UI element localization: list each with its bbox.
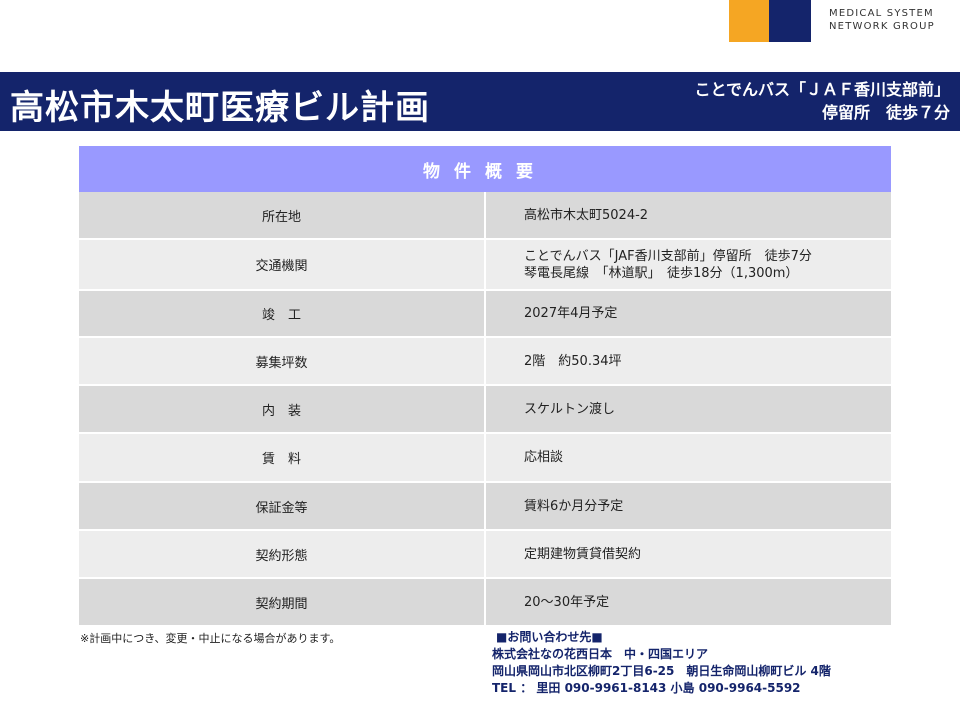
row-value-floor-area: 2階 約50.34坪 (485, 337, 891, 386)
row-label-deposit: 保証金等 (79, 482, 486, 531)
row-label-contract-term: 契約期間 (79, 578, 486, 627)
contact-block: ■お問い合わせ先■ 株式会社なの花西日本 中・四国エリア 岡山県岡山市北区柳町2… (492, 629, 952, 697)
page-title: 高松市木太町医療ビル計画 (10, 88, 430, 128)
value-line: 20～30年予定 (524, 594, 610, 610)
row-value-contract-type: 定期建物賃貸借契約 (485, 530, 891, 579)
table-row: 賃 料 応相談 (79, 433, 891, 483)
table-heading: 物件概要 (79, 146, 891, 192)
row-value-interior: スケルトン渡し (485, 385, 891, 434)
table-row: 内 装 スケルトン渡し (79, 385, 891, 434)
value-line: 2027年4月予定 (524, 306, 618, 321)
table-row: 契約形態 定期建物賃貸借契約 (79, 530, 891, 579)
row-label-rent: 賃 料 (79, 433, 486, 483)
row-label-contract-type: 契約形態 (79, 530, 486, 579)
access-line-2: 停留所 徒歩７分 (821, 103, 950, 122)
row-label-completion: 竣 工 (79, 290, 486, 338)
logo-navy-square (769, 0, 811, 42)
logo-line-1: MEDICAL SYSTEM (829, 8, 934, 19)
row-value-contract-term: 20～30年予定 (485, 578, 891, 627)
row-label-location: 所在地 (79, 192, 486, 240)
row-value-rent: 応相談 (485, 433, 891, 483)
table-row: 所在地 高松市木太町5024-2 (79, 192, 891, 240)
value-line: 高松市木太町5024-2 (524, 207, 649, 223)
contact-tel: TEL ： 里田 090-9961-8143 小島 090-9964-5592 (492, 681, 801, 695)
row-label-interior: 内 装 (79, 385, 486, 434)
row-label-transport: 交通機関 (79, 239, 486, 291)
contact-heading: ■お問い合わせ先■ (496, 630, 603, 644)
logo-line-2: NETWORK GROUP (829, 21, 935, 32)
property-overview-table: 物件概要 所在地 高松市木太町5024-2 交通機関 ことでんバス「JAF香川支… (79, 146, 891, 627)
row-label-floor-area: 募集坪数 (79, 337, 486, 386)
table-row: 募集坪数 2階 約50.34坪 (79, 337, 891, 386)
value-line: 定期建物賃貸借契約 (524, 546, 642, 562)
company-logo (729, 0, 811, 42)
value-line: 賃料6か月分予定 (524, 498, 624, 514)
row-value-location: 高松市木太町5024-2 (485, 192, 891, 240)
logo-text: MEDICAL SYSTEM NETWORK GROUP (829, 7, 954, 33)
value-line: 応相談 (524, 450, 564, 465)
table-row: 竣 工 2027年4月予定 (79, 290, 891, 338)
logo-orange-square (729, 0, 769, 42)
value-line: 2階 約50.34坪 (524, 353, 622, 369)
contact-company: 株式会社なの花西日本 中・四国エリア (492, 647, 709, 661)
access-info: ことでんバス「ＪＡＦ香川支部前」 停留所 徒歩７分 (694, 78, 950, 124)
access-line-1: ことでんバス「ＪＡＦ香川支部前」 (694, 80, 950, 99)
contact-address: 岡山県岡山市北区柳町2丁目6-25 朝日生命岡山柳町ビル 4階 (492, 664, 831, 678)
value-line: 琴電長尾線 「林道駅」 徒歩18分（1,300m） (524, 265, 799, 281)
table-row: 保証金等 賃料6か月分予定 (79, 482, 891, 531)
row-value-deposit: 賃料6か月分予定 (485, 482, 891, 531)
value-line: スケルトン渡し (524, 401, 616, 417)
disclaimer-note: ※計画中につき、変更・中止になる場合があります。 (80, 632, 341, 645)
table-row: 交通機関 ことでんバス「JAF香川支部前」停留所 徒歩7分 琴電長尾線 「林道駅… (79, 239, 891, 291)
title-band: 高松市木太町医療ビル計画 ことでんバス「ＪＡＦ香川支部前」 停留所 徒歩７分 (0, 72, 960, 131)
row-value-completion: 2027年4月予定 (485, 290, 891, 338)
row-value-transport: ことでんバス「JAF香川支部前」停留所 徒歩7分 琴電長尾線 「林道駅」 徒歩1… (485, 239, 891, 291)
table-row: 契約期間 20～30年予定 (79, 578, 891, 627)
value-line: ことでんバス「JAF香川支部前」停留所 徒歩7分 (524, 248, 812, 264)
